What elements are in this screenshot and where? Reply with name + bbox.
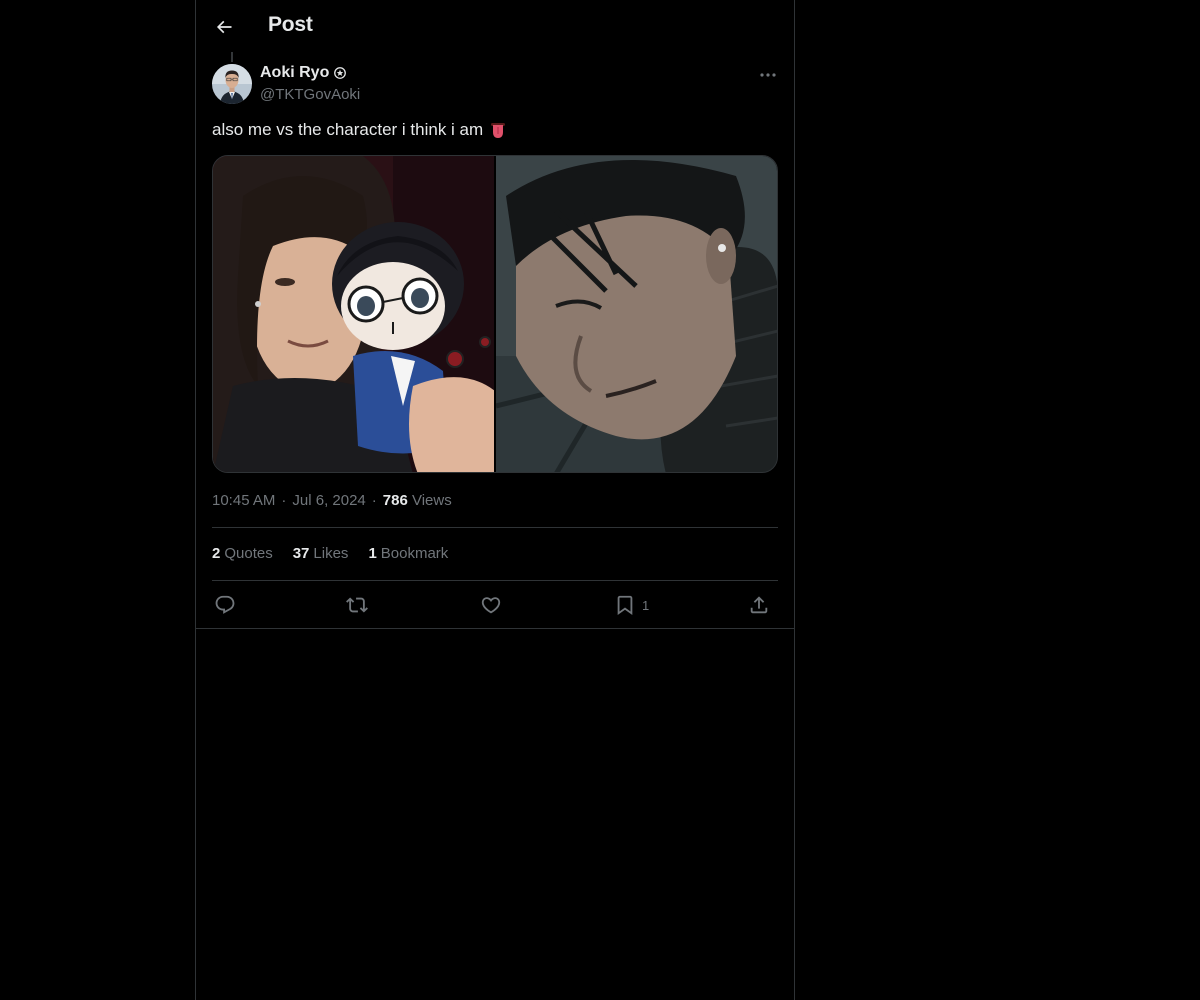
post-meta: 10:45 AM · Jul 6, 2024 · 786 Views: [212, 492, 452, 509]
views-count: 786: [382, 492, 408, 509]
avatar-image: [212, 64, 252, 104]
media-photo-left[interactable]: [213, 156, 494, 472]
repost-button[interactable]: [346, 592, 368, 618]
action-bar: 1: [212, 592, 778, 620]
verified-badge-icon: [333, 66, 347, 80]
bookmarks-count: 1: [368, 545, 377, 562]
avatar[interactable]: [212, 64, 252, 104]
thread-line: [231, 52, 233, 62]
bookmarks-stat[interactable]: 1 Bookmark: [368, 545, 448, 562]
author-name[interactable]: Aoki Ryo: [260, 64, 347, 82]
back-button[interactable]: [209, 12, 239, 42]
author-handle[interactable]: @TKTGovAoki: [260, 86, 360, 103]
reply-icon: [214, 594, 236, 616]
tongue-emoji-icon: [488, 120, 508, 140]
likes-count: 37: [292, 545, 310, 562]
page-title: Post: [268, 13, 313, 36]
post-media[interactable]: [212, 155, 778, 473]
repost-icon: [346, 594, 368, 616]
more-options-button[interactable]: [758, 66, 778, 84]
bookmark-icon: [614, 594, 636, 616]
post-stats: 2 Quotes 37 Likes 1 Bookmark: [212, 545, 448, 562]
quotes-label: Quotes: [224, 545, 273, 562]
divider-top: [212, 527, 778, 528]
quotes-stat[interactable]: 2 Quotes: [212, 545, 273, 562]
likes-label: Likes: [313, 545, 349, 562]
more-icon: [759, 72, 777, 78]
share-icon: [748, 594, 770, 616]
meta-separator-2: ·: [371, 492, 377, 509]
game-character-image: [496, 156, 777, 472]
bookmark-action-count: 1: [642, 597, 650, 613]
post-text: also me vs the character i think i am: [212, 120, 508, 140]
media-photo-right[interactable]: [496, 156, 777, 472]
bookmark-button[interactable]: 1: [614, 592, 649, 618]
header: Post: [196, 0, 794, 53]
like-button[interactable]: [480, 592, 502, 618]
meta-separator: ·: [281, 492, 287, 509]
bookmarks-label: Bookmark: [380, 545, 449, 562]
post-date[interactable]: Jul 6, 2024: [292, 492, 365, 509]
selfie-with-plush-image: [213, 156, 494, 472]
quotes-count: 2: [212, 545, 221, 562]
likes-stat[interactable]: 37 Likes: [293, 545, 349, 562]
reply-button[interactable]: [214, 592, 236, 618]
post-column: Post Aoki Ryo @TKTGovAoki also me vs the…: [195, 0, 795, 1000]
heart-icon: [480, 594, 502, 616]
post-time[interactable]: 10:45 AM: [212, 492, 275, 509]
divider-bottom: [212, 580, 778, 581]
share-button[interactable]: [748, 592, 770, 618]
views-label: Views: [411, 492, 452, 509]
post-bottom-border: [196, 628, 794, 629]
arrow-left-icon: [214, 17, 234, 37]
post-text-content: also me vs the character i think i am: [212, 120, 484, 139]
author-display-name: Aoki Ryo: [260, 64, 330, 81]
